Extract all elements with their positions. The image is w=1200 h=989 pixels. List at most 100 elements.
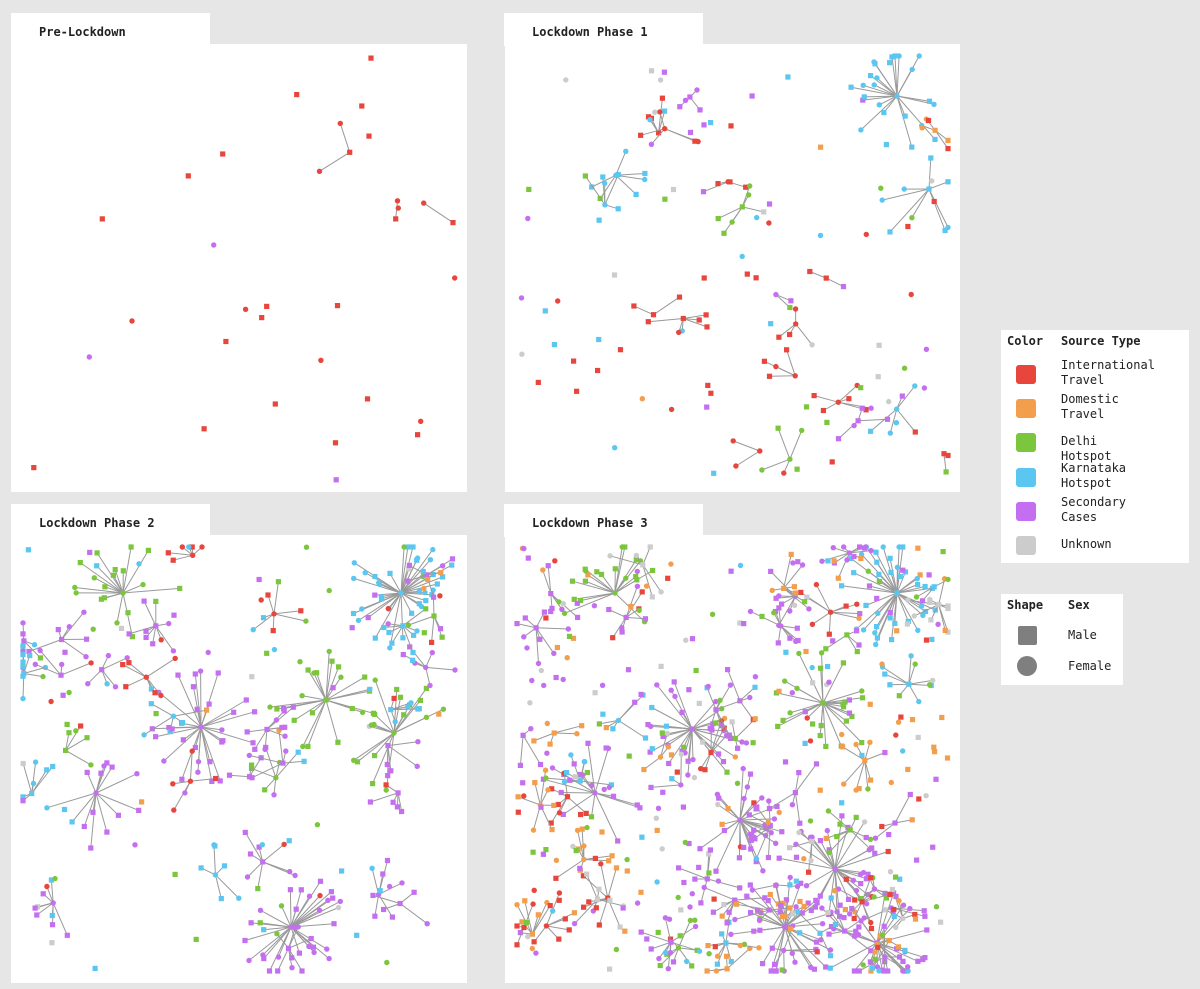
case-node	[410, 657, 416, 663]
case-node	[938, 919, 944, 925]
case-node	[874, 635, 880, 641]
case-node	[715, 181, 721, 187]
case-node	[657, 109, 663, 115]
case-node	[665, 575, 671, 581]
case-node	[885, 848, 891, 855]
case-node	[615, 717, 622, 724]
case-node	[692, 138, 698, 144]
transmission-edge	[65, 749, 92, 766]
legend-shape-header: Shape	[1007, 598, 1044, 612]
case-node	[659, 730, 665, 736]
case-node	[861, 819, 868, 825]
case-node	[561, 779, 568, 785]
case-node	[881, 968, 887, 974]
case-node	[817, 838, 823, 844]
case-node	[592, 790, 598, 796]
case-node	[772, 961, 778, 967]
case-node	[725, 806, 731, 812]
case-node	[803, 404, 810, 410]
case-node	[659, 846, 665, 852]
case-node	[793, 878, 799, 884]
transmission-edge	[739, 819, 741, 847]
case-node	[863, 834, 869, 841]
case-node	[839, 583, 845, 589]
case-node	[732, 754, 738, 760]
case-node	[573, 848, 579, 854]
transmission-edge	[273, 613, 307, 622]
case-node	[859, 688, 865, 694]
case-node	[912, 383, 918, 389]
case-node	[220, 738, 226, 744]
case-node	[787, 874, 793, 881]
case-node	[556, 890, 563, 896]
panel-title: Lockdown Phase 2	[11, 504, 210, 537]
case-node	[912, 911, 918, 918]
transmission-edge	[928, 188, 949, 228]
case-node	[617, 924, 623, 930]
case-node	[620, 905, 626, 911]
case-node	[692, 923, 699, 930]
case-node	[123, 684, 129, 690]
case-node	[537, 761, 544, 768]
case-node	[415, 432, 421, 438]
case-node	[524, 645, 530, 651]
transmission-edge	[650, 784, 681, 788]
case-node	[929, 178, 935, 184]
case-node	[347, 149, 353, 155]
case-node	[732, 735, 738, 742]
legend-item-label: Domestic Travel	[1061, 392, 1119, 421]
case-node	[94, 563, 100, 569]
case-node	[662, 108, 668, 114]
case-node	[21, 670, 27, 677]
case-node	[606, 606, 612, 613]
case-node	[856, 968, 862, 974]
case-node	[753, 806, 759, 812]
case-node	[776, 334, 782, 340]
case-node	[909, 66, 915, 73]
case-node	[619, 625, 625, 631]
case-node	[713, 968, 720, 974]
case-node	[264, 303, 270, 309]
case-node	[600, 711, 606, 717]
case-node	[538, 667, 544, 674]
case-node	[551, 802, 557, 808]
case-node	[818, 723, 824, 729]
case-node	[577, 778, 583, 784]
case-node	[366, 133, 372, 139]
case-node	[907, 791, 913, 798]
case-node	[427, 682, 433, 689]
case-node	[295, 924, 301, 930]
case-node	[556, 897, 562, 903]
case-node	[862, 757, 868, 763]
case-node	[734, 780, 741, 786]
case-node	[839, 813, 845, 819]
case-node	[622, 544, 628, 550]
case-node	[515, 794, 521, 800]
case-node	[330, 685, 336, 691]
case-node	[305, 667, 311, 673]
case-node	[797, 820, 803, 826]
transmission-edge	[267, 594, 275, 615]
case-node	[170, 781, 176, 787]
case-node	[326, 648, 332, 655]
case-node	[44, 805, 50, 811]
case-node	[909, 215, 915, 221]
case-node	[776, 855, 782, 861]
case-node	[296, 950, 302, 956]
case-node	[298, 887, 304, 893]
case-node	[766, 907, 772, 913]
case-node	[900, 748, 906, 754]
case-node	[395, 790, 401, 796]
case-node	[880, 544, 886, 550]
case-node	[840, 660, 846, 666]
case-node	[850, 877, 857, 884]
case-node	[367, 799, 373, 805]
case-node	[244, 729, 250, 735]
case-node	[868, 919, 874, 926]
case-node	[359, 606, 365, 612]
case-node	[678, 782, 684, 788]
case-node	[186, 544, 192, 550]
transmission-edge	[794, 763, 817, 793]
transmission-edge	[247, 728, 268, 733]
case-node	[370, 781, 376, 787]
